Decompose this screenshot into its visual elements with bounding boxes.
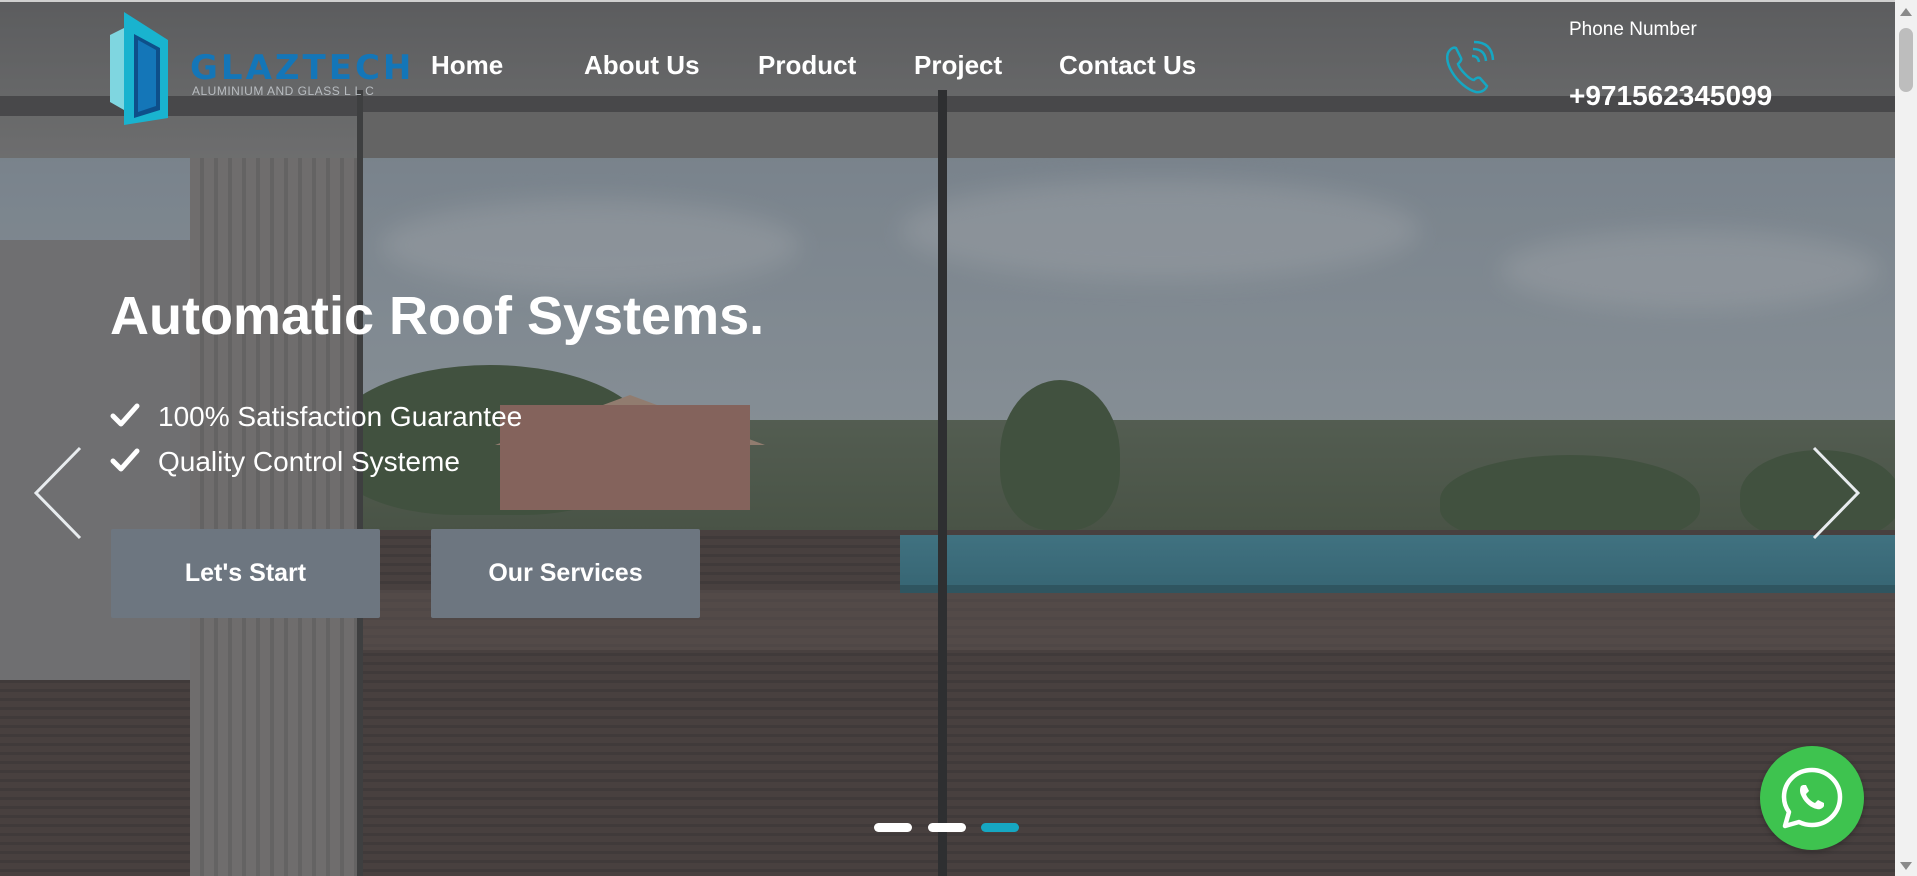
logo[interactable]: GLAZTECH ALUMINIUM AND GLASS L L C xyxy=(108,10,411,125)
carousel-dot-active[interactable] xyxy=(981,823,1019,832)
hero-overlay xyxy=(0,0,1895,876)
carousel-dot[interactable] xyxy=(928,823,966,832)
hero-title: Automatic Roof Systems. xyxy=(110,286,765,346)
feature-item: 100% Satisfaction Guarantee xyxy=(110,400,522,433)
logo-wordmark: GLAZTECH xyxy=(190,48,415,88)
logo-tagline: ALUMINIUM AND GLASS L L C xyxy=(192,84,375,98)
chevron-right-icon[interactable] xyxy=(1812,446,1862,540)
check-icon xyxy=(110,403,140,427)
nav-project[interactable]: Project xyxy=(914,50,1002,81)
vertical-scrollbar[interactable] xyxy=(1895,0,1917,876)
feature-text: Quality Control Systeme xyxy=(158,446,460,477)
scroll-down-icon[interactable] xyxy=(1900,862,1912,870)
scroll-up-icon[interactable] xyxy=(1900,8,1912,16)
nav-contact-us[interactable]: Contact Us xyxy=(1059,50,1196,81)
chevron-left-icon[interactable] xyxy=(32,446,82,540)
nav-home[interactable]: Home xyxy=(431,50,503,81)
logo-mark xyxy=(110,12,168,125)
carousel-dot[interactable] xyxy=(874,823,912,832)
scroll-thumb[interactable] xyxy=(1899,28,1913,92)
phone-number[interactable]: +971562345099 xyxy=(1569,80,1772,112)
lets-start-button[interactable]: Let's Start xyxy=(111,529,380,618)
whatsapp-button[interactable] xyxy=(1760,746,1864,850)
phone-icon xyxy=(1446,40,1495,94)
feature-item: Quality Control Systeme xyxy=(110,445,460,478)
whatsapp-icon xyxy=(1781,767,1843,829)
window-top-border xyxy=(0,0,1895,2)
phone-label: Phone Number xyxy=(1569,19,1697,40)
hero-slide xyxy=(0,0,1895,876)
our-services-button[interactable]: Our Services xyxy=(431,529,700,618)
nav-product[interactable]: Product xyxy=(758,50,856,81)
nav-about-us[interactable]: About Us xyxy=(584,50,700,81)
feature-text: 100% Satisfaction Guarantee xyxy=(158,401,523,432)
check-icon xyxy=(110,448,140,472)
